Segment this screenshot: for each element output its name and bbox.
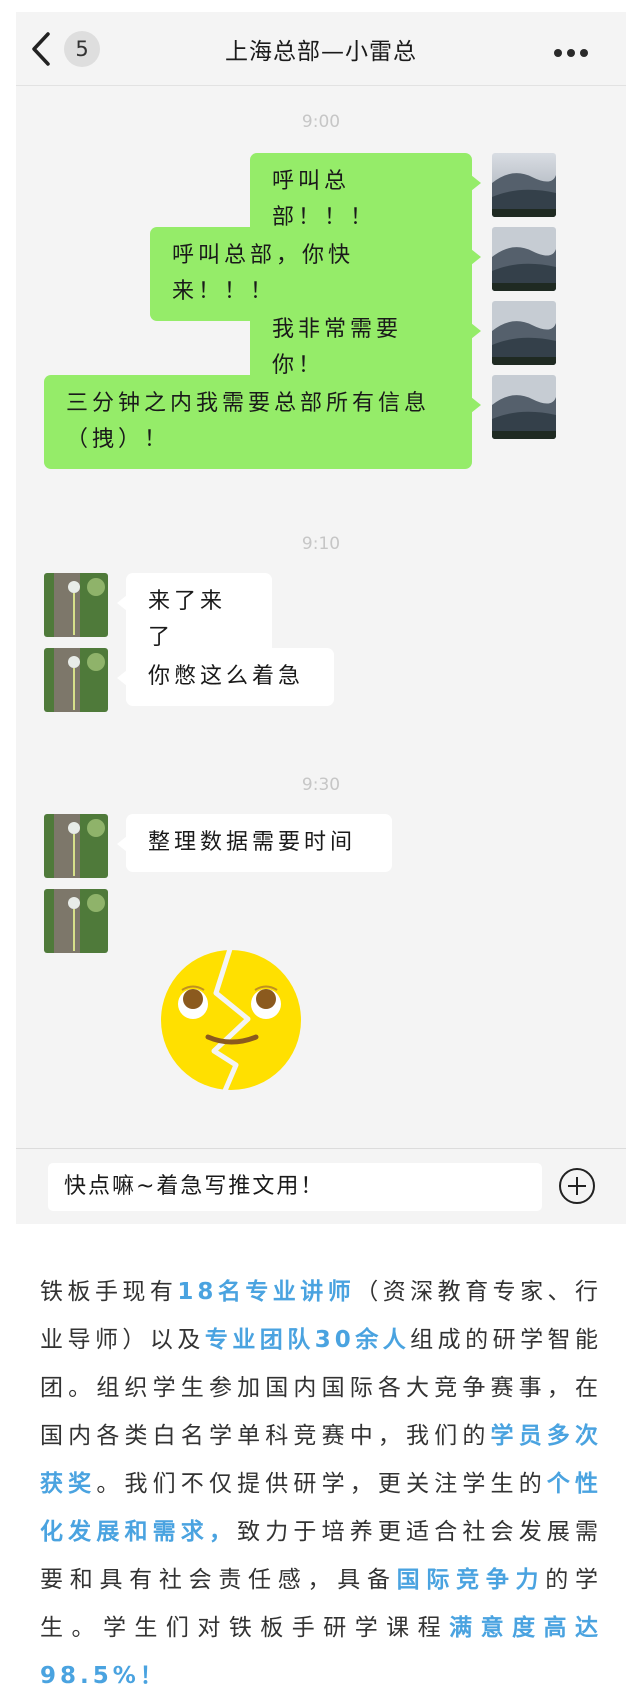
contact-avatar[interactable] [44,814,108,878]
more-options-icon[interactable] [554,42,598,57]
article-paragraph: 铁板手现有18名专业讲师（资深教育专家、行业导师）以及专业团队30余人组成的研学… [40,1268,602,1700]
my-avatar[interactable] [492,227,556,291]
article-highlight: 国际竞争力 [396,1567,546,1593]
my-avatar[interactable] [492,301,556,365]
article-text: 铁板手现有 [40,1279,178,1305]
article-highlight: 专业团队30余人 [204,1327,411,1353]
timestamp: 9:10 [301,534,341,554]
my-avatar[interactable] [492,375,556,439]
my-avatar[interactable] [492,153,556,217]
chat-window: 5 上海总部—小雷总 9:00 呼叫总部！！！ 呼叫总部，你快来！！！ 我非常需… [16,12,626,1224]
plus-circle-icon[interactable] [558,1167,596,1205]
received-message[interactable]: 你憋这么着急 [117,648,334,706]
chat-header: 5 上海总部—小雷总 [16,12,626,86]
contact-avatar[interactable] [44,648,108,712]
contact-avatar[interactable] [44,889,108,953]
article-text: 。我们不仅提供研学，更关注学生的 [96,1471,547,1497]
article-highlight: 18名专业讲师 [177,1279,356,1305]
chat-title: 上海总部—小雷总 [225,39,417,65]
timestamp: 9:30 [301,775,341,795]
timestamp: 9:00 [301,112,341,132]
sent-message[interactable]: 三分钟之内我需要总部所有信息（拽）！ [44,375,481,469]
broken-face-emoji-icon[interactable] [158,947,304,1093]
contact-avatar[interactable] [44,573,108,637]
message-input[interactable]: 快点嘛~着急写推文用！ [48,1163,542,1211]
received-message[interactable]: 整理数据需要时间 [117,814,392,872]
input-bar: 快点嘛~着急写推文用！ [16,1148,626,1224]
